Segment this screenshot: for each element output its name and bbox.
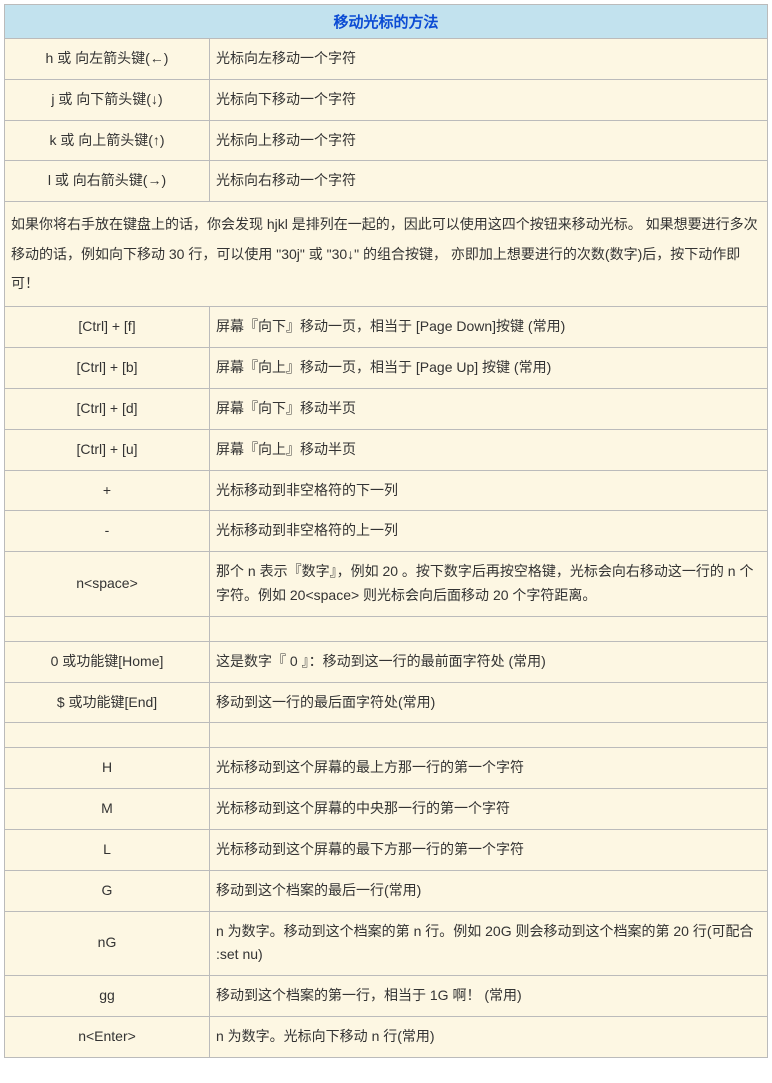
key-cell: [Ctrl] + [d] bbox=[5, 388, 210, 429]
table-row: h 或 向左箭头键(←) 光标向左移动一个字符 bbox=[5, 39, 768, 80]
desc-cell: 光标向右移动一个字符 bbox=[210, 161, 768, 202]
desc-cell: 屏幕『向下』移动一页，相当于 [Page Down]按键 (常用) bbox=[210, 307, 768, 348]
desc-cell: 移动到这个档案的最后一行(常用) bbox=[210, 870, 768, 911]
desc-cell: 移动到这个档案的第一行，相当于 1G 啊！ (常用) bbox=[210, 976, 768, 1017]
spacer-cell bbox=[210, 723, 768, 748]
table-row: $ 或功能键[End] 移动到这一行的最后面字符处(常用) bbox=[5, 682, 768, 723]
key-cell: nG bbox=[5, 911, 210, 976]
key-cell: H bbox=[5, 748, 210, 789]
desc-cell: 光标向左移动一个字符 bbox=[210, 39, 768, 80]
table-row: j 或 向下箭头键(↓) 光标向下移动一个字符 bbox=[5, 79, 768, 120]
note-cell: 如果你将右手放在键盘上的话，你会发现 hjkl 是排列在一起的，因此可以使用这四… bbox=[5, 202, 768, 307]
desc-cell: 这是数字『 0 』：移动到这一行的最前面字符处 (常用) bbox=[210, 641, 768, 682]
key-cell: M bbox=[5, 789, 210, 830]
key-cell: $ 或功能键[End] bbox=[5, 682, 210, 723]
table-row: l 或 向右箭头键(→) 光标向右移动一个字符 bbox=[5, 161, 768, 202]
spacer-row bbox=[5, 616, 768, 641]
table-row: M 光标移动到这个屏幕的中央那一行的第一个字符 bbox=[5, 789, 768, 830]
spacer-cell bbox=[5, 616, 210, 641]
desc-cell: 移动到这一行的最后面字符处(常用) bbox=[210, 682, 768, 723]
note-row: 如果你将右手放在键盘上的话，你会发现 hjkl 是排列在一起的，因此可以使用这四… bbox=[5, 202, 768, 307]
table-row: k 或 向上箭头键(↑) 光标向上移动一个字符 bbox=[5, 120, 768, 161]
key-cell: h 或 向左箭头键(←) bbox=[5, 39, 210, 80]
key-cell: [Ctrl] + [b] bbox=[5, 348, 210, 389]
desc-cell: n 为数字。光标向下移动 n 行(常用) bbox=[210, 1016, 768, 1057]
desc-cell: 光标移动到这个屏幕的最下方那一行的第一个字符 bbox=[210, 829, 768, 870]
spacer-row bbox=[5, 723, 768, 748]
table-row: H 光标移动到这个屏幕的最上方那一行的第一个字符 bbox=[5, 748, 768, 789]
spacer-cell bbox=[210, 616, 768, 641]
table-row: [Ctrl] + [u] 屏幕『向上』移动半页 bbox=[5, 429, 768, 470]
table-row: [Ctrl] + [f] 屏幕『向下』移动一页，相当于 [Page Down]按… bbox=[5, 307, 768, 348]
table-row: [Ctrl] + [b] 屏幕『向上』移动一页，相当于 [Page Up] 按键… bbox=[5, 348, 768, 389]
table-row: gg 移动到这个档案的第一行，相当于 1G 啊！ (常用) bbox=[5, 976, 768, 1017]
desc-cell: 屏幕『向下』移动半页 bbox=[210, 388, 768, 429]
key-cell: L bbox=[5, 829, 210, 870]
key-cell: gg bbox=[5, 976, 210, 1017]
key-cell: - bbox=[5, 511, 210, 552]
desc-cell: 那个 n 表示『数字』，例如 20 。按下数字后再按空格键，光标会向右移动这一行… bbox=[210, 552, 768, 617]
cursor-movement-table: 移动光标的方法 h 或 向左箭头键(←) 光标向左移动一个字符 j 或 向下箭头… bbox=[4, 4, 768, 1058]
desc-cell: 光标向下移动一个字符 bbox=[210, 79, 768, 120]
key-cell: 0 或功能键[Home] bbox=[5, 641, 210, 682]
table-row: n<Enter> n 为数字。光标向下移动 n 行(常用) bbox=[5, 1016, 768, 1057]
key-cell: G bbox=[5, 870, 210, 911]
desc-cell: n 为数字。移动到这个档案的第 n 行。例如 20G 则会移动到这个档案的第 2… bbox=[210, 911, 768, 976]
desc-cell: 光标移动到这个屏幕的中央那一行的第一个字符 bbox=[210, 789, 768, 830]
key-cell: [Ctrl] + [f] bbox=[5, 307, 210, 348]
desc-cell: 光标移动到非空格符的下一列 bbox=[210, 470, 768, 511]
key-cell: j 或 向下箭头键(↓) bbox=[5, 79, 210, 120]
key-cell: k 或 向上箭头键(↑) bbox=[5, 120, 210, 161]
key-cell: [Ctrl] + [u] bbox=[5, 429, 210, 470]
key-cell: n<Enter> bbox=[5, 1016, 210, 1057]
table-row: 0 或功能键[Home] 这是数字『 0 』：移动到这一行的最前面字符处 (常用… bbox=[5, 641, 768, 682]
key-cell: l 或 向右箭头键(→) bbox=[5, 161, 210, 202]
key-cell: + bbox=[5, 470, 210, 511]
spacer-cell bbox=[5, 723, 210, 748]
table-row: L 光标移动到这个屏幕的最下方那一行的第一个字符 bbox=[5, 829, 768, 870]
table-header: 移动光标的方法 bbox=[5, 5, 768, 39]
desc-cell: 屏幕『向上』移动一页，相当于 [Page Up] 按键 (常用) bbox=[210, 348, 768, 389]
table-row: G 移动到这个档案的最后一行(常用) bbox=[5, 870, 768, 911]
desc-cell: 光标移动到非空格符的上一列 bbox=[210, 511, 768, 552]
table-row: - 光标移动到非空格符的上一列 bbox=[5, 511, 768, 552]
key-cell: n<space> bbox=[5, 552, 210, 617]
table-row: nG n 为数字。移动到这个档案的第 n 行。例如 20G 则会移动到这个档案的… bbox=[5, 911, 768, 976]
desc-cell: 光标移动到这个屏幕的最上方那一行的第一个字符 bbox=[210, 748, 768, 789]
desc-cell: 屏幕『向上』移动半页 bbox=[210, 429, 768, 470]
table-row: n<space> 那个 n 表示『数字』，例如 20 。按下数字后再按空格键，光… bbox=[5, 552, 768, 617]
table-header-row: 移动光标的方法 bbox=[5, 5, 768, 39]
desc-cell: 光标向上移动一个字符 bbox=[210, 120, 768, 161]
table-row: [Ctrl] + [d] 屏幕『向下』移动半页 bbox=[5, 388, 768, 429]
table-row: + 光标移动到非空格符的下一列 bbox=[5, 470, 768, 511]
